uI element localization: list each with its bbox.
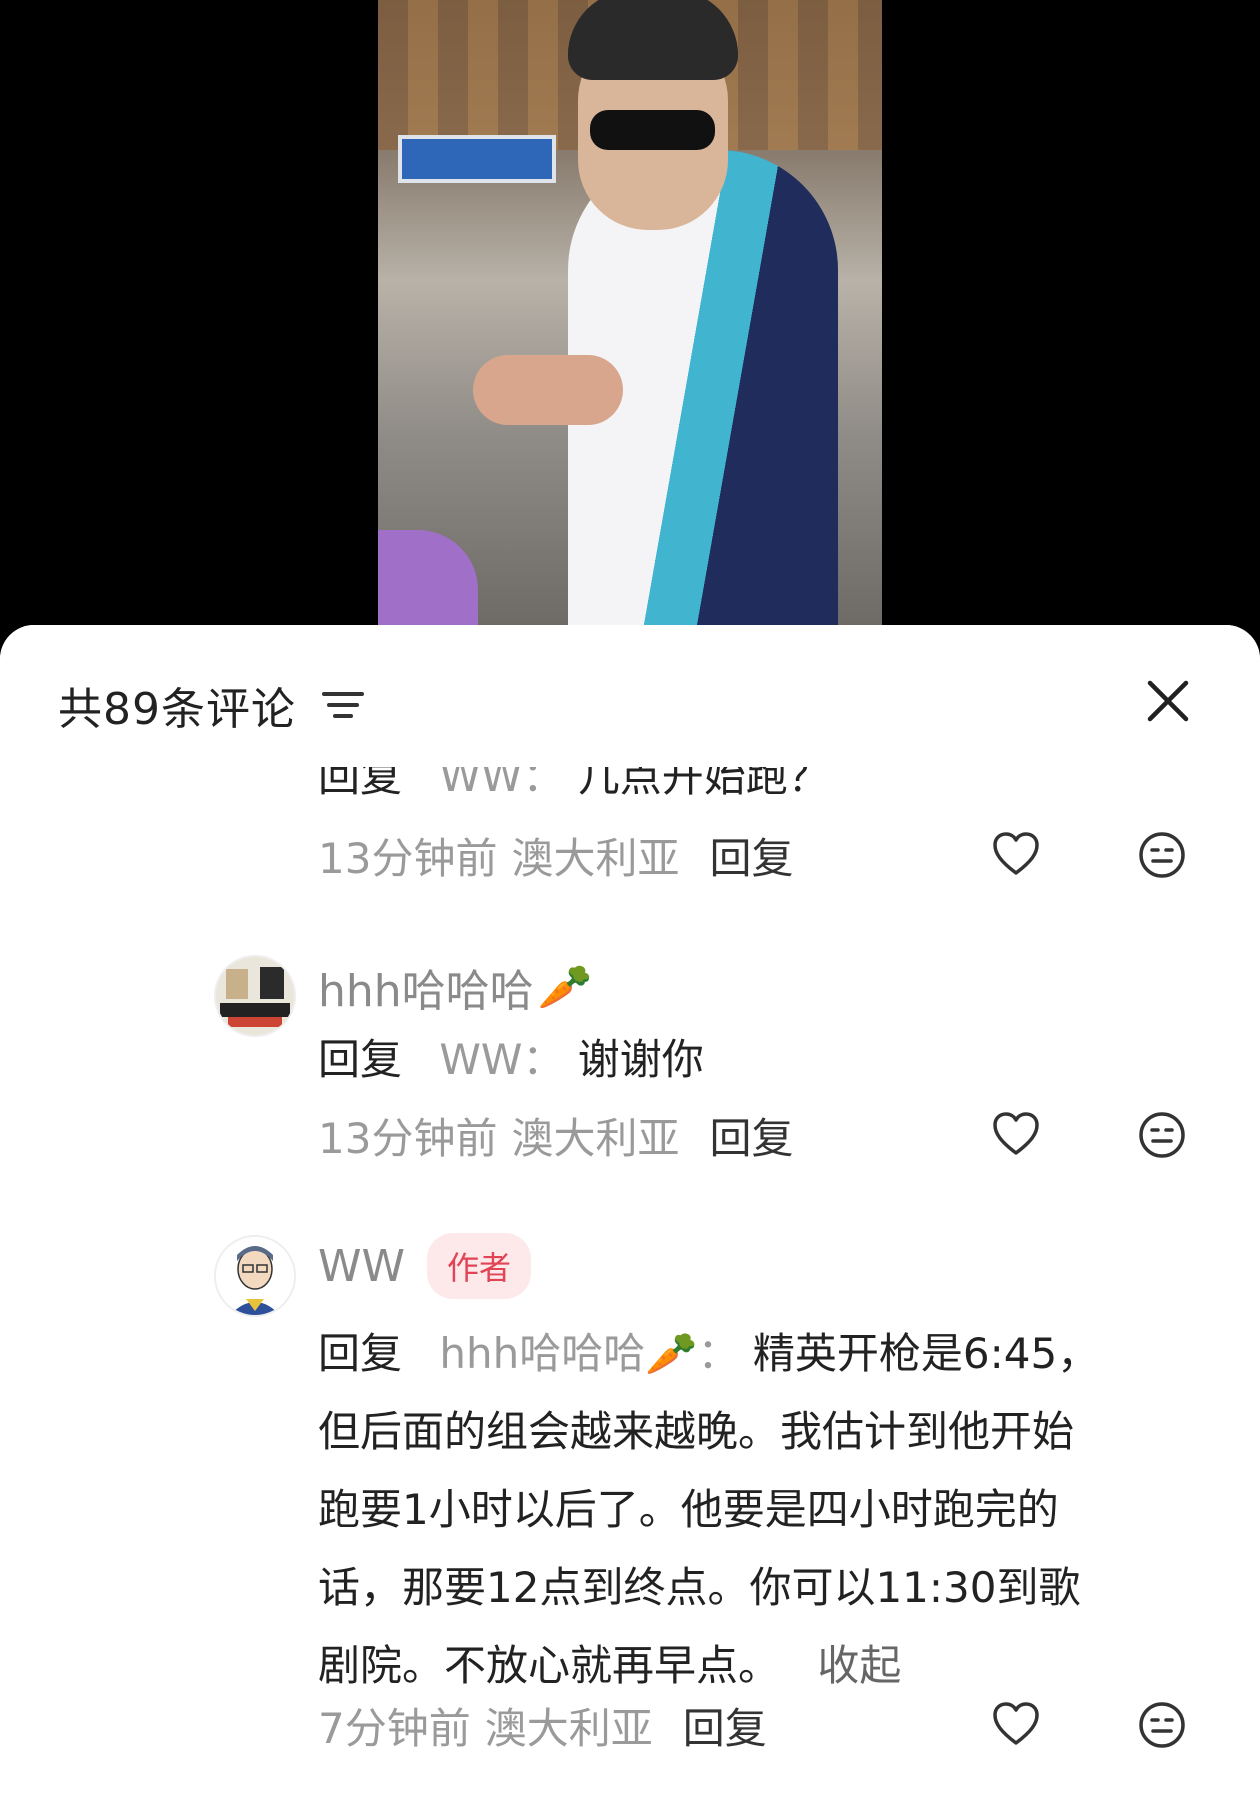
comment-count: 共89条评论 [58,684,296,735]
comment-body: 几点开始跑？ [577,767,830,801]
dislike-face-icon[interactable] [1136,1699,1188,1751]
comment-meta: 13分钟前 澳大利亚 回复 [318,1105,793,1165]
mention[interactable]: hhh哈哈哈🥕： [439,1329,739,1378]
avatar[interactable] [214,1235,296,1317]
reply-button[interactable]: 回复 [709,1105,793,1166]
comment-body-line: 但后面的组会越来越晚。我估计到他开始 [318,1407,1075,1456]
avatar[interactable] [214,955,296,1037]
carrot-emoji: 🥕 [537,962,593,1013]
like-heart-icon[interactable] [990,1699,1042,1751]
comments-list[interactable]: 回复 WW： 几点开始跑？ 13分钟前 澳大利亚 回复 hhh哈哈哈 🥕 回复 … [0,625,1260,1819]
comments-sheet: 回复 WW： 几点开始跑？ 13分钟前 澳大利亚 回复 hhh哈哈哈 🥕 回复 … [0,625,1260,1819]
sort-filter-icon[interactable] [322,688,364,722]
reply-prefix: 回复 [318,1329,403,1378]
comment-meta: 13分钟前 澳大利亚 回复 [318,825,793,885]
dislike-face-icon[interactable] [1136,1109,1188,1161]
comment-time: 13分钟前 [318,1113,498,1163]
comment-time: 7分钟前 [318,1703,471,1753]
comment-body-line: 剧院。不放心就再早点。 [318,1641,781,1690]
close-icon[interactable] [1144,677,1192,725]
post-photo [378,0,882,625]
comment-region: 澳大利亚 [511,1113,680,1163]
reply-button[interactable]: 回复 [709,825,793,886]
author-badge: 作者 [427,1233,532,1299]
sheet-header: 共89条评论 [58,675,364,735]
comment-text: 回复 WW： 几点开始跑？ [318,767,1018,807]
comment-body-line: 精英开枪是6:45， [752,1329,1100,1378]
like-heart-icon[interactable] [990,829,1042,881]
dislike-face-icon[interactable] [1136,829,1188,881]
comment-username[interactable]: hhh哈哈哈 🥕 [318,955,592,1019]
comment-text: 回复 WW： 谢谢你 [318,1030,1218,1090]
comment-time: 13分钟前 [318,833,498,883]
comment-body-line: 话，那要12点到终点。你可以11:30到歌 [318,1563,1081,1612]
mention[interactable]: WW： [439,767,564,801]
mention[interactable]: WW： [439,1035,564,1084]
reply-prefix: 回复 [318,1035,403,1084]
reply-prefix: 回复 [318,767,403,801]
reply-button[interactable]: 回复 [683,1695,767,1756]
collapse-button[interactable]: 收起 [817,1641,901,1690]
comment-meta: 7分钟前 澳大利亚 回复 [318,1695,767,1755]
comment-body: 谢谢你 [577,1035,704,1084]
comment-region: 澳大利亚 [511,833,680,883]
comment-body-line: 跑要1小时以后了。他要是四小时跑完的 [318,1485,1059,1534]
comment-username[interactable]: WW 作者 [318,1233,532,1299]
comment-text: 回复 hhh哈哈哈🥕： 精英开枪是6:45， 但后面的组会越来越晚。我估计到他开… [318,1315,1218,1705]
like-heart-icon[interactable] [990,1109,1042,1161]
comment-region: 澳大利亚 [484,1703,653,1753]
